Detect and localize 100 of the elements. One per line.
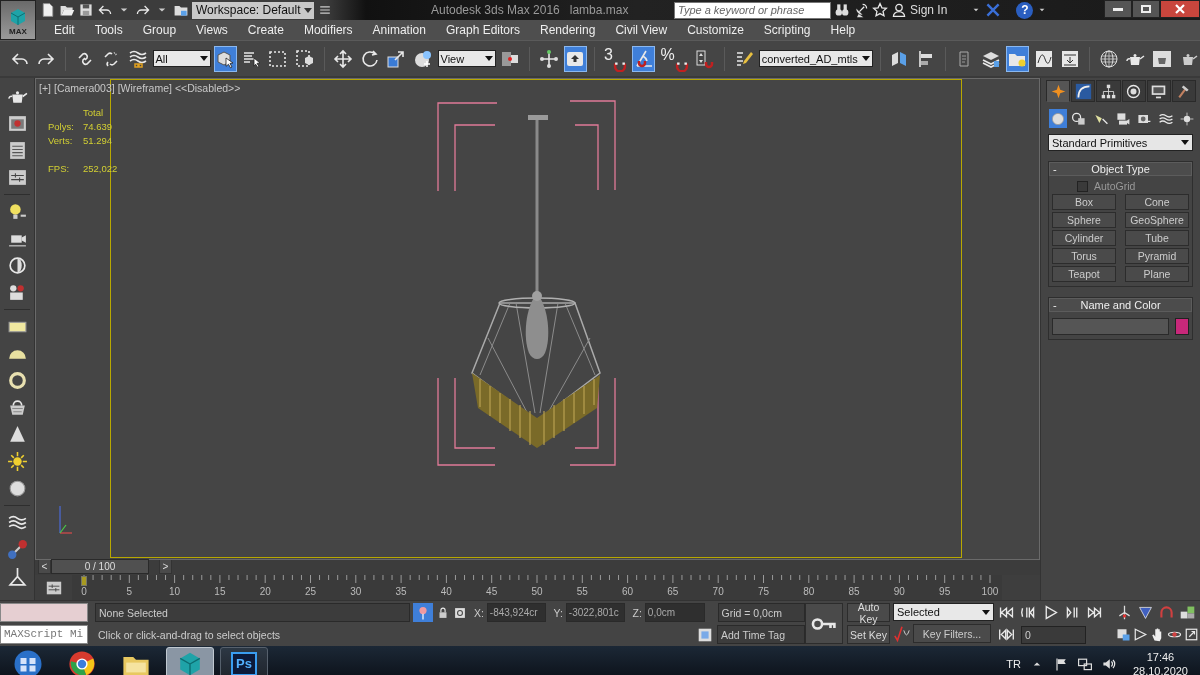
key-mode-icon[interactable] xyxy=(998,626,1015,643)
primitive-button[interactable]: Sphere xyxy=(1052,212,1116,228)
go-start-icon[interactable] xyxy=(998,604,1015,621)
key-set-dropdown[interactable]: Selected xyxy=(893,603,994,621)
frame-field[interactable]: 0 xyxy=(1021,625,1086,644)
walk-triangle-icon[interactable] xyxy=(1133,627,1148,642)
zoom-region-icon[interactable] xyxy=(1116,627,1131,642)
angle-snap-button[interactable] xyxy=(631,45,656,72)
axis-box-icon[interactable] xyxy=(6,566,28,587)
curve-check-icon[interactable] xyxy=(893,624,911,643)
folder-bulb-button[interactable] xyxy=(1005,45,1030,72)
checkbox[interactable] xyxy=(1077,180,1088,192)
panel-tab[interactable] xyxy=(1146,80,1171,102)
panel-tab[interactable] xyxy=(1096,80,1121,102)
slider-window-icon[interactable] xyxy=(6,167,28,188)
primitive-button[interactable]: Torus xyxy=(1052,248,1116,264)
prev-frame-icon[interactable] xyxy=(1020,604,1037,621)
help-button[interactable]: ? xyxy=(1016,1,1034,19)
menu-item[interactable]: Modifiers xyxy=(293,20,363,40)
rollout-header[interactable]: - Name and Color xyxy=(1049,298,1192,312)
primitive-button[interactable]: GeoSphere xyxy=(1125,212,1189,228)
menu-item[interactable]: Customize xyxy=(677,20,754,40)
menu-item[interactable]: Scripting xyxy=(753,20,821,40)
viewport-label[interactable]: [Wireframe] xyxy=(117,82,172,94)
keyboard-toggle-button[interactable] xyxy=(563,45,587,72)
coordinate-field[interactable]: -843,924cr xyxy=(486,603,547,622)
orbit-icon[interactable] xyxy=(6,255,28,276)
menu-item[interactable]: Graph Editors xyxy=(435,20,530,40)
binoculars-icon[interactable] xyxy=(834,2,850,18)
snap-toggle-button[interactable]: % xyxy=(658,45,691,72)
maximize-icon[interactable] xyxy=(1184,627,1199,642)
listener-output[interactable]: MAXScript Mi xyxy=(0,625,88,644)
primitive-button[interactable]: Tube xyxy=(1125,230,1189,246)
taskbar-app[interactable]: Ps xyxy=(220,647,268,675)
collapse-toggle[interactable]: - xyxy=(1050,299,1060,311)
language-indicator[interactable]: TR xyxy=(1006,657,1021,670)
menu-item[interactable]: Create xyxy=(237,20,294,40)
primitive-button[interactable]: Teapot xyxy=(1052,266,1116,282)
target-square-icon[interactable] xyxy=(452,605,467,620)
coordinate-field[interactable]: -3022,801c xyxy=(565,603,626,622)
restore-button[interactable] xyxy=(1132,0,1160,18)
save-icon[interactable] xyxy=(78,2,94,18)
rollout-header[interactable]: - Object Type xyxy=(1049,162,1192,176)
render-window-icon[interactable] xyxy=(6,113,28,134)
viewport-label[interactable]: <<Disabled>> xyxy=(174,82,241,94)
axis-pan-icon[interactable] xyxy=(1116,604,1133,621)
person-icon[interactable] xyxy=(891,2,907,18)
menu-item[interactable]: Rendering xyxy=(530,20,606,40)
stacked-boxes-icon[interactable] xyxy=(1179,604,1196,621)
menu-item[interactable]: Edit xyxy=(44,20,85,40)
select-cursor-button[interactable] xyxy=(213,45,237,72)
listener-input[interactable] xyxy=(0,603,88,622)
set-key-mode-button[interactable] xyxy=(805,603,843,644)
primitive-button[interactable]: Plane xyxy=(1125,266,1189,282)
time-slider-thumb[interactable]: 0 / 100 xyxy=(51,559,149,574)
sign-in-button[interactable]: Sign In xyxy=(910,3,948,17)
app-menu-button[interactable]: MAX xyxy=(0,0,36,40)
satellite-icon[interactable] xyxy=(853,2,869,18)
primitive-button[interactable]: Box xyxy=(1052,194,1116,210)
molecule-icon[interactable] xyxy=(6,539,28,560)
set-key-button[interactable]: Set Key xyxy=(847,625,890,644)
named-selection-dropdown[interactable]: converted_AD_mtls xyxy=(758,50,873,67)
exchange-icon[interactable] xyxy=(985,2,1002,18)
panel-tab[interactable] xyxy=(1171,80,1197,102)
move-icon xyxy=(333,48,354,69)
primitive-button[interactable]: Cone xyxy=(1125,194,1189,210)
collapse-toggle[interactable]: - xyxy=(1050,163,1060,175)
primitive-type-dropdown[interactable]: Standard Primitives xyxy=(1048,134,1193,151)
sphere-icon[interactable] xyxy=(6,478,28,499)
menu-item[interactable]: Views xyxy=(186,20,238,40)
primitive-button[interactable]: Cylinder xyxy=(1052,230,1116,246)
frame-number: 35 xyxy=(394,586,408,598)
go-end-icon[interactable] xyxy=(1086,604,1103,621)
color-swatch[interactable] xyxy=(1175,318,1189,335)
primitive-button[interactable]: Pyramid xyxy=(1125,248,1189,264)
minimize-button[interactable] xyxy=(1104,0,1132,18)
menu-item[interactable]: Tools xyxy=(84,20,133,40)
menu-item[interactable]: Civil View xyxy=(605,20,678,40)
close-button[interactable] xyxy=(1160,0,1200,18)
time-tag-field[interactable]: Add Time Tag xyxy=(717,625,805,644)
snap-toggle-button[interactable]: 3 xyxy=(602,45,629,72)
coordinate-system-dropdown[interactable]: View xyxy=(437,50,496,67)
search-field[interactable]: Type a keyword or phrase xyxy=(674,1,831,19)
panel-tab[interactable] xyxy=(1046,80,1071,102)
star-icon[interactable] xyxy=(872,2,888,18)
ring-icon[interactable] xyxy=(6,370,28,391)
coordinate-field[interactable]: 0,0cm xyxy=(644,603,705,622)
workspace-dropdown[interactable]: Workspace: Default xyxy=(192,1,314,19)
key-filters-button[interactable]: Key Filters... xyxy=(913,624,991,643)
menu-item[interactable]: Help xyxy=(820,20,866,40)
selection-filter-dropdown[interactable]: All xyxy=(152,50,211,67)
viewport-label[interactable]: [+] xyxy=(39,82,51,94)
menu-item[interactable]: Animation xyxy=(362,20,436,40)
new-file-icon[interactable] xyxy=(40,2,56,18)
name-field[interactable] xyxy=(1052,318,1169,335)
menu-item[interactable]: Group xyxy=(132,20,187,40)
clock[interactable]: 17:46 28.10.2020 xyxy=(1132,649,1188,675)
panel-tab[interactable] xyxy=(1121,80,1146,102)
panel-tab[interactable] xyxy=(1071,80,1096,102)
sun-icon[interactable] xyxy=(6,451,28,472)
